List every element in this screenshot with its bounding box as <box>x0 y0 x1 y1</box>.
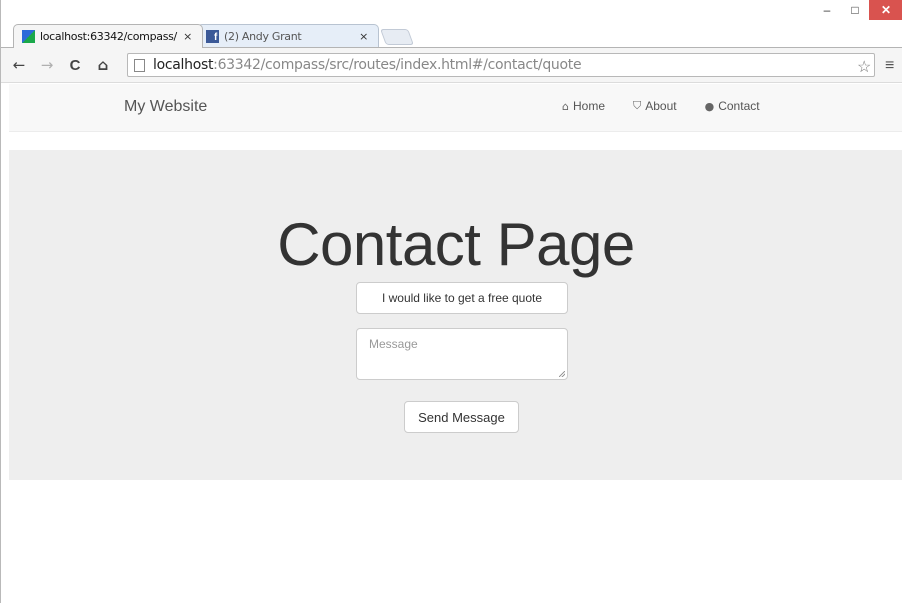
menu-icon[interactable]: ≡ <box>885 57 894 75</box>
nav-about[interactable]: ⛉ About <box>633 99 677 113</box>
page-title: Contact Page <box>277 211 635 278</box>
contact-jumbotron: Contact Page I would like to get a free … <box>9 150 902 480</box>
facebook-icon: f <box>206 30 219 43</box>
nav-about-label: About <box>645 99 677 113</box>
browser-window: localhost:63342/compass/ × f (2) Andy Gr… <box>0 0 902 603</box>
browser-toolbar: ← → C ⌂ localhost:63342/compass/src/rout… <box>1 47 902 83</box>
site-brand[interactable]: My Website <box>124 98 207 116</box>
address-bar[interactable]: localhost:63342/compass/src/routes/index… <box>127 53 875 77</box>
back-icon[interactable]: ← <box>7 56 31 74</box>
message-textarea[interactable]: Message <box>356 328 568 380</box>
nav-home-label: Home <box>572 99 605 113</box>
nav-home[interactable]: ⌂ Home <box>562 99 605 113</box>
close-tab-icon[interactable]: × <box>183 30 192 43</box>
site-nav: ⌂ Home ⛉ About ● Contact <box>562 99 788 113</box>
home-icon[interactable]: ⌂ <box>91 56 115 74</box>
close-tab-icon[interactable]: × <box>359 30 368 43</box>
tab-facebook[interactable]: f (2) Andy Grant × <box>197 24 379 48</box>
minimize-button[interactable]: – <box>813 0 841 20</box>
resize-grip-icon[interactable] <box>559 371 565 377</box>
tab-title: localhost:63342/compass/ <box>40 30 177 43</box>
home-icon: ⌂ <box>562 99 569 113</box>
tab-title: (2) Andy Grant <box>224 30 302 43</box>
send-message-button[interactable]: Send Message <box>404 401 519 433</box>
nav-contact[interactable]: ● Contact <box>705 99 760 113</box>
tab-strip: localhost:63342/compass/ × f (2) Andy Gr… <box>1 0 902 48</box>
url-path: :63342/compass/src/routes/index.html#/co… <box>213 57 582 73</box>
maximize-button[interactable]: □ <box>841 0 869 20</box>
forward-icon[interactable]: → <box>35 56 59 74</box>
intellij-icon <box>22 30 35 43</box>
site-navbar: My Website ⌂ Home ⛉ About ● Contact <box>9 84 902 132</box>
shield-icon: ⛉ <box>633 99 642 112</box>
close-window-button[interactable]: ✕ <box>869 0 902 20</box>
reload-icon[interactable]: C <box>63 57 87 74</box>
window-controls: – □ ✕ <box>813 0 902 20</box>
page-icon <box>134 58 145 72</box>
comment-icon: ● <box>704 99 715 113</box>
quote-select[interactable]: I would like to get a free quote <box>356 282 568 314</box>
tab-localhost[interactable]: localhost:63342/compass/ × <box>13 24 203 48</box>
nav-contact-label: Contact <box>718 99 760 113</box>
new-tab-button[interactable] <box>380 29 414 45</box>
message-placeholder: Message <box>369 337 418 351</box>
bookmark-star-icon[interactable]: ☆ <box>857 57 871 77</box>
url-host: localhost <box>153 57 214 73</box>
page-viewport: My Website ⌂ Home ⛉ About ● Contact Cont… <box>1 84 902 603</box>
